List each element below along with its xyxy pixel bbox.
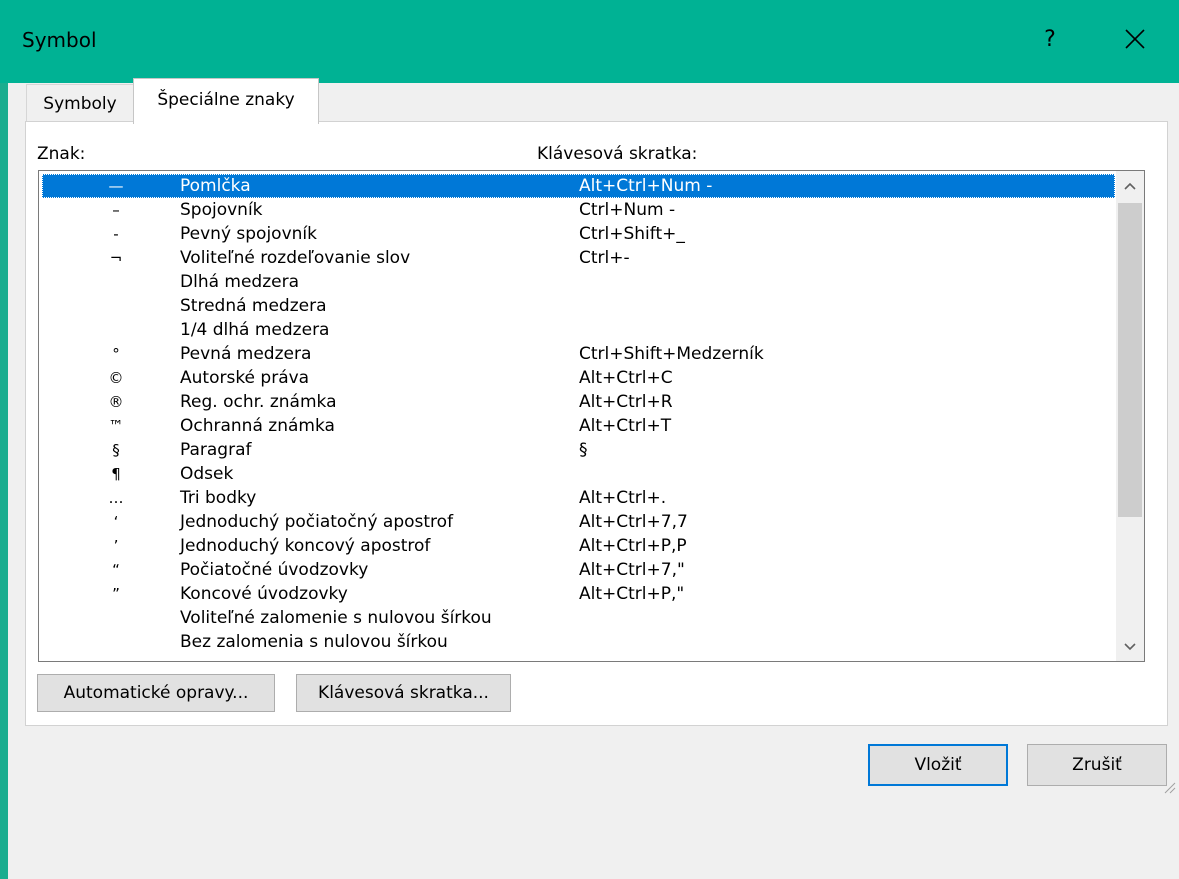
- list-item[interactable]: – Spojovník Ctrl+Num -: [42, 198, 1115, 222]
- character-shortcut: Ctrl+Num -: [579, 200, 676, 220]
- list-item[interactable]: Voliteľné zalomenie s nulovou šírkou: [42, 606, 1115, 630]
- list-item[interactable]: ’ Jednoduchý koncový apostrof Alt+Ctrl+P,P: [42, 534, 1115, 558]
- character-glyph: ”: [112, 585, 120, 603]
- title-bar: Symbol ?: [0, 0, 1179, 83]
- list-item[interactable]: Stredná medzera: [42, 294, 1115, 318]
- close-icon: [1125, 29, 1145, 49]
- list-item[interactable]: — Pomlčka Alt+Ctrl+Num -: [42, 174, 1115, 198]
- tab-symbols-label: Symboly: [43, 94, 117, 114]
- list-item[interactable]: § Paragraf §: [42, 438, 1115, 462]
- character-glyph: …: [108, 489, 124, 507]
- special-characters-list[interactable]: — Pomlčka Alt+Ctrl+Num - – Spojovník Ctrl+Num…: [38, 170, 1145, 662]
- tab-special-characters[interactable]: Špeciálne znaky: [133, 78, 319, 124]
- character-name: Pevná medzera: [180, 344, 312, 364]
- character-name: Dlhá medzera: [180, 272, 300, 292]
- list-item[interactable]: ” Koncové úvodzovky Alt+Ctrl+P,": [42, 582, 1115, 606]
- character-name: Autorské práva: [180, 368, 310, 388]
- scroll-up-button[interactable]: [1116, 171, 1144, 201]
- chevron-up-icon: [1124, 182, 1136, 190]
- character-name: Pomlčka: [180, 176, 251, 196]
- list-item[interactable]: © Autorské práva Alt+Ctrl+C: [42, 366, 1115, 390]
- character-name: Pevný spojovník: [180, 224, 317, 244]
- symbol-dialog: Symbol ? Symboly Špeciálne znaky Znak: K…: [0, 0, 1179, 879]
- character-name: Stredná medzera: [180, 296, 327, 316]
- character-glyph: ‘: [113, 513, 119, 531]
- character-glyph: ¶: [111, 465, 121, 483]
- character-shortcut: Alt+Ctrl+Num -: [579, 176, 713, 196]
- help-button[interactable]: ?: [1030, 20, 1070, 60]
- chevron-down-icon: [1124, 643, 1136, 651]
- character-name: Voliteľné rozdeľovanie slov: [180, 248, 411, 268]
- character-shortcut: Alt+Ctrl+R: [579, 392, 673, 412]
- tab-symbols[interactable]: Symboly: [26, 84, 134, 122]
- character-shortcut: Ctrl+Shift+Medzerník: [579, 344, 764, 364]
- shortcut-key-button[interactable]: Klávesová skratka...: [296, 674, 511, 712]
- character-shortcut: Alt+Ctrl+7,": [579, 560, 685, 580]
- character-name: Bez zalomenia s nulovou šírkou: [180, 632, 448, 652]
- character-glyph: ©: [108, 369, 124, 387]
- character-name: Tri bodky: [180, 488, 257, 508]
- autocorrect-button[interactable]: Automatické opravy...: [37, 674, 275, 712]
- character-name: Počiatočné úvodzovky: [180, 560, 369, 580]
- character-name: Koncové úvodzovky: [180, 584, 348, 604]
- list-item[interactable]: ° Pevná medzera Ctrl+Shift+Medzerník: [42, 342, 1115, 366]
- character-shortcut: Alt+Ctrl+T: [579, 416, 672, 436]
- list-item[interactable]: - Pevný spojovník Ctrl+Shift+_: [42, 222, 1115, 246]
- character-shortcut: Alt+Ctrl+7,7: [579, 512, 688, 532]
- character-shortcut: Alt+Ctrl+P,P: [579, 536, 687, 556]
- character-glyph: ¬: [109, 249, 123, 267]
- tab-special-characters-label: Špeciálne znaky: [157, 90, 295, 110]
- list-item[interactable]: Bez zalomenia s nulovou šírkou: [42, 630, 1115, 654]
- list-item[interactable]: Dlhá medzera: [42, 270, 1115, 294]
- character-shortcut: Ctrl+Shift+_: [579, 224, 685, 244]
- character-name: Reg. ochr. známka: [180, 392, 337, 412]
- character-name: Odsek: [180, 464, 234, 484]
- column-header-shortcut: Klávesová skratka:: [537, 144, 698, 164]
- character-shortcut: Alt+Ctrl+.: [579, 488, 667, 508]
- character-shortcut: §: [579, 440, 588, 460]
- cancel-button[interactable]: Zrušiť: [1027, 744, 1167, 786]
- window-title: Symbol: [22, 28, 97, 52]
- list-item[interactable]: ¶ Odsek: [42, 462, 1115, 486]
- character-name: 1/4 dlhá medzera: [180, 320, 330, 340]
- list-item[interactable]: ‘ Jednoduchý počiatočný apostrof Alt+Ctrl+…: [42, 510, 1115, 534]
- character-shortcut: Alt+Ctrl+P,": [579, 584, 685, 604]
- character-name: Ochranná známka: [180, 416, 335, 436]
- character-glyph: -: [113, 225, 119, 243]
- character-name: Voliteľné zalomenie s nulovou šírkou: [180, 608, 492, 628]
- list-item[interactable]: ¬ Voliteľné rozdeľovanie slov Ctrl+-: [42, 246, 1115, 270]
- vertical-scrollbar[interactable]: [1116, 171, 1144, 661]
- character-glyph: ’: [113, 537, 119, 555]
- list-item[interactable]: 1/4 dlhá medzera: [42, 318, 1115, 342]
- close-button[interactable]: [1110, 16, 1160, 62]
- window-border: [0, 83, 8, 879]
- scroll-down-button[interactable]: [1116, 633, 1144, 661]
- character-glyph: §: [112, 441, 120, 459]
- list-item[interactable]: ™ Ochranná známka Alt+Ctrl+T: [42, 414, 1115, 438]
- character-name: Jednoduchý koncový apostrof: [180, 536, 431, 556]
- scroll-thumb[interactable]: [1118, 203, 1142, 517]
- character-glyph: —: [108, 177, 124, 195]
- character-glyph: ®: [108, 393, 124, 411]
- resize-grip-icon[interactable]: [1162, 780, 1176, 794]
- column-header-char: Znak:: [37, 144, 86, 164]
- character-name: Paragraf: [180, 440, 252, 460]
- character-name: Spojovník: [180, 200, 263, 220]
- list-item[interactable]: ® Reg. ochr. známka Alt+Ctrl+R: [42, 390, 1115, 414]
- character-shortcut: Alt+Ctrl+C: [579, 368, 673, 388]
- character-glyph: °: [112, 345, 120, 363]
- character-glyph: –: [112, 201, 120, 219]
- list-item[interactable]: “ Počiatočné úvodzovky Alt+Ctrl+7,": [42, 558, 1115, 582]
- character-shortcut: Ctrl+-: [579, 248, 630, 268]
- character-glyph: ™: [108, 417, 124, 435]
- character-glyph: “: [112, 561, 120, 579]
- insert-button[interactable]: Vložiť: [868, 744, 1008, 786]
- list-item[interactable]: … Tri bodky Alt+Ctrl+.: [42, 486, 1115, 510]
- character-name: Jednoduchý počiatočný apostrof: [180, 512, 454, 532]
